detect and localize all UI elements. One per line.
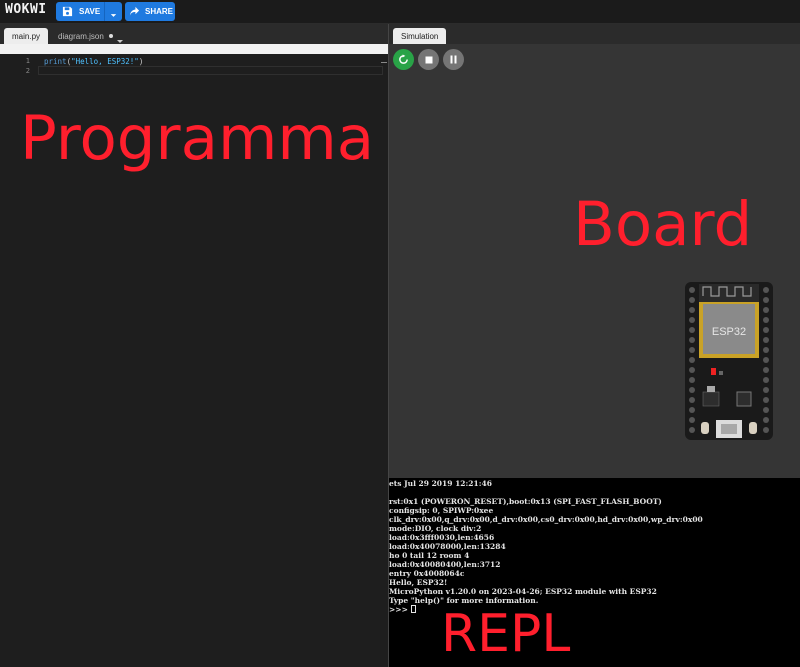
repl-line: Hello, ESP32!: [389, 578, 448, 587]
restart-button[interactable]: [393, 49, 414, 70]
repl-line: configsip: 0, SPIWP:0xee: [389, 506, 494, 515]
line-number: 2: [25, 67, 30, 75]
repl-line: ets Jul 29 2019 12:21:46: [389, 479, 492, 488]
tab-simulation[interactable]: Simulation: [393, 28, 447, 44]
unsaved-dot-icon: [108, 34, 113, 38]
repl-line: ho 0 tail 12 room 4: [389, 551, 470, 560]
annotation-program: Programma: [20, 103, 375, 174]
wokwi-logo[interactable]: WOKWI: [5, 2, 47, 17]
repl-prompt-line[interactable]: >>>: [389, 605, 417, 614]
stop-icon: [425, 56, 432, 63]
pause-button[interactable]: [443, 49, 464, 70]
save-icon: [60, 5, 74, 19]
repl-line: MicroPython v1.20.0 on 2023-04-26; ESP32…: [389, 587, 657, 596]
code-line[interactable]: print("Hello, ESP32!"): [44, 57, 143, 66]
top-bar: WOKWI SAVE SHARE: [0, 0, 800, 24]
save-separator: [104, 2, 105, 21]
tab-diagram-json[interactable]: diagram.json: [50, 28, 121, 44]
board-label: ESP32: [712, 326, 746, 338]
esp32-board[interactable]: ESP32: [685, 282, 773, 440]
repl-line: clk_drv:0x00,q_drv:0x00,d_drv:0x00,cs0_d…: [389, 515, 703, 524]
editor-tab-bar: main.py diagram.json: [0, 24, 388, 44]
repl-line: mode:DIO, clock div:2: [389, 524, 482, 533]
current-line-highlight: [38, 66, 383, 75]
text-cursor: [411, 605, 417, 613]
editor-header-strip: [0, 44, 388, 54]
annotation-board: Board: [573, 189, 753, 260]
repl-line: load:0x40080400,len:3712: [389, 560, 501, 569]
repl-line: load:0x3fff0030,len:4656: [389, 533, 495, 542]
save-label: SAVE: [79, 7, 101, 16]
share-arrow-icon: [129, 6, 141, 18]
stop-button[interactable]: [418, 49, 439, 70]
share-button[interactable]: SHARE: [125, 2, 175, 21]
chevron-down-icon[interactable]: [109, 7, 118, 25]
scroll-indicator: [381, 62, 387, 63]
simulation-tab-bar: Simulation: [389, 24, 800, 44]
tab-label: diagram.json: [58, 31, 104, 41]
tab-label: main.py: [12, 31, 41, 41]
line-number: 1: [25, 57, 30, 65]
repl-line: load:0x40078000,len:13284: [389, 542, 506, 551]
restart-icon: [399, 54, 408, 64]
code-string: "Hello, ESP32!": [71, 57, 139, 66]
simulation-canvas[interactable]: ESP32: [389, 44, 800, 478]
repl-line: entry 0x4008064c: [389, 569, 465, 578]
tab-main-py[interactable]: main.py: [4, 28, 49, 44]
pause-icon: [450, 55, 457, 64]
repl-prompt: >>>: [389, 605, 411, 614]
annotation-repl: REPL: [441, 604, 571, 664]
repl-line: rst:0x1 (POWERON_RESET),boot:0x13 (SPI_F…: [389, 497, 662, 506]
save-button[interactable]: SAVE: [56, 2, 122, 21]
share-label: SHARE: [145, 7, 174, 16]
